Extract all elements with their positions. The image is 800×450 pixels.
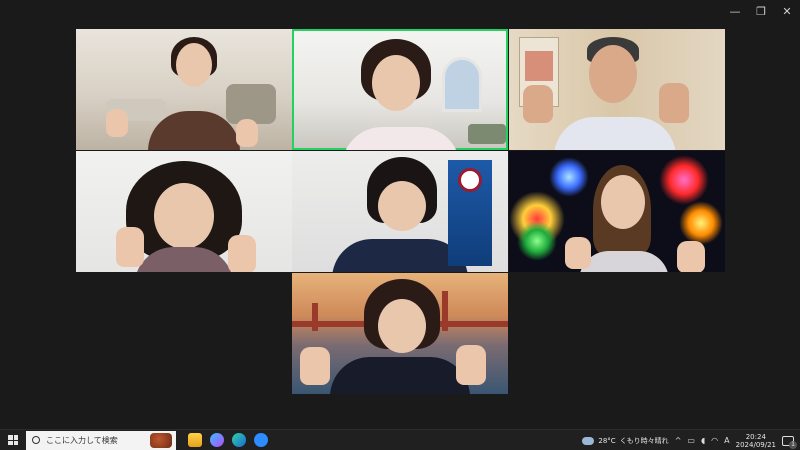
video-meeting-window: — ❐ ✕ ここに入力して検索 28°C くもり時々晴れ ^ ▭ ◖ ◠ A 2… [0, 0, 800, 450]
notification-count: 1 [789, 440, 797, 449]
restore-button[interactable]: ❐ [748, 2, 774, 20]
participant-video-tile-active[interactable] [292, 29, 508, 150]
windows-logo-icon [8, 435, 18, 445]
participant-video-tile[interactable] [292, 273, 508, 394]
toastmasters-logo [458, 168, 482, 192]
window-controls: — ❐ ✕ [722, 2, 800, 20]
taskbar-search-box[interactable]: ここに入力して検索 [26, 430, 176, 450]
close-button[interactable]: ✕ [774, 2, 800, 20]
participant-video-tile[interactable] [509, 151, 725, 272]
windows-taskbar: ここに入力して検索 28°C くもり時々晴れ ^ ▭ ◖ ◠ A 20:24 2… [0, 429, 800, 450]
search-highlight-image [150, 432, 172, 448]
edge-icon[interactable] [232, 433, 246, 447]
participant-video-tile[interactable] [76, 29, 292, 150]
weather-desc: くもり時々晴れ [619, 436, 669, 445]
system-tray: 28°C くもり時々晴れ ^ ▭ ◖ ◠ A 20:24 2024/09/21 … [582, 430, 800, 450]
volume-icon[interactable]: ◖ [701, 436, 705, 445]
wifi-icon[interactable]: ◠ [711, 436, 718, 445]
start-button[interactable] [0, 430, 26, 450]
search-icon [32, 436, 40, 444]
weather-widget[interactable]: 28°C くもり時々晴れ [582, 436, 669, 446]
minimize-button[interactable]: — [722, 2, 748, 20]
participant-video-tile[interactable] [76, 151, 292, 272]
notification-center-icon[interactable]: 1 [782, 435, 797, 449]
pinned-apps [188, 433, 268, 447]
clock[interactable]: 20:24 2024/09/21 [736, 433, 776, 449]
file-explorer-icon[interactable] [188, 433, 202, 447]
chevron-up-icon[interactable]: ^ [675, 436, 682, 445]
ime-mode-icon[interactable]: A [724, 436, 729, 445]
search-placeholder: ここに入力して検索 [46, 435, 118, 445]
clock-date: 2024/09/21 [735, 440, 776, 449]
clock-time: 20:24 [745, 432, 766, 441]
toastmasters-banner [448, 160, 492, 266]
cloud-icon [582, 436, 595, 445]
participant-video-tile[interactable] [509, 29, 725, 150]
copilot-icon[interactable] [210, 433, 224, 447]
battery-icon[interactable]: ▭ [687, 436, 695, 445]
weather-temp: 28°C [598, 436, 616, 445]
zoom-icon[interactable] [254, 433, 268, 447]
